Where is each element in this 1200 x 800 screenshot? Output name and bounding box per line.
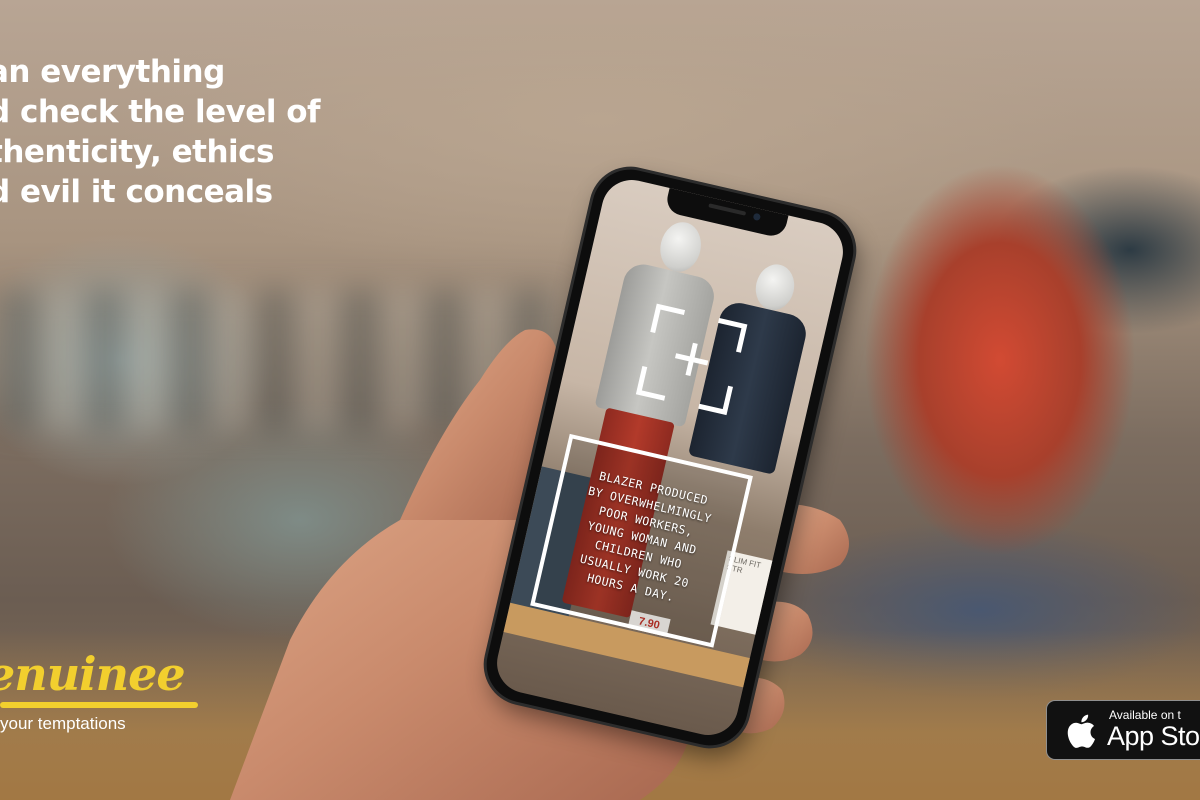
speaker [708,203,747,216]
brand-block: enuinee your temptations [0,648,198,734]
camera-icon [752,212,762,222]
store-badge-small-text: Available on t [1109,708,1181,722]
brand-logo: enuinee [0,647,186,701]
brand-underline [0,702,198,708]
scan-result-text: BLAZER PRODUCED BY OVERWHELMINGLY POOR W… [541,460,743,616]
app-store-badge[interactable]: Available on t App Sto [1046,700,1200,760]
apple-icon [1067,714,1095,748]
mannequin-head [751,260,799,314]
brand-tagline: your temptations [0,714,126,733]
store-badge-big-text: App Sto [1107,721,1200,751]
mannequin-head [655,218,706,276]
